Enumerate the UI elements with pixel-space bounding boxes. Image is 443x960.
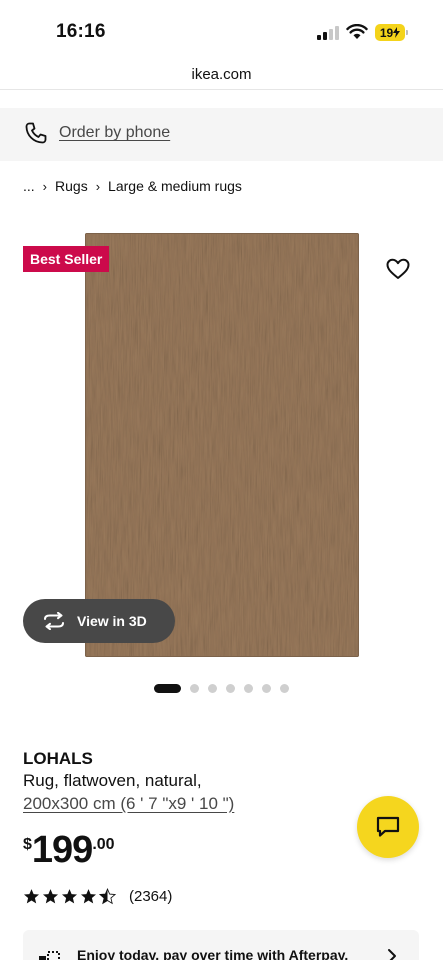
product-rating[interactable]: (2364) <box>23 888 172 905</box>
star-full-icon <box>80 889 97 904</box>
product-image[interactable] <box>85 233 359 657</box>
status-bar: 16:16 19 <box>0 0 443 62</box>
chevron-right-icon: › <box>95 178 101 194</box>
carousel-dot[interactable] <box>244 684 253 693</box>
afterpay-icon <box>39 951 60 960</box>
best-seller-badge: Best Seller <box>23 246 110 272</box>
carousel-dot[interactable] <box>280 684 289 693</box>
url-text: ikea.com <box>191 66 252 83</box>
product-price: $ 199 .00 <box>23 828 115 872</box>
star-full-icon <box>42 889 59 904</box>
afterpay-banner[interactable]: Enjoy today, pay over time with Afterpay… <box>23 930 419 960</box>
order-by-phone-bar[interactable]: Order by phone <box>0 108 443 161</box>
chevron-right-icon <box>388 949 396 960</box>
url-bar[interactable]: ikea.com <box>0 62 443 90</box>
chat-button[interactable] <box>357 796 419 858</box>
battery-level: 19 <box>379 25 394 40</box>
price-decimal: .00 <box>92 836 115 853</box>
carousel-dot[interactable] <box>208 684 217 693</box>
chevron-right-icon: › <box>42 178 48 194</box>
price-integer: 199 <box>31 829 93 871</box>
breadcrumb-ellipsis[interactable]: ... <box>23 178 35 194</box>
carousel-dot[interactable] <box>226 684 235 693</box>
chat-bubble-icon <box>376 816 400 837</box>
star-full-icon <box>23 889 40 904</box>
carousel-dot-active[interactable] <box>154 684 181 693</box>
review-count: (2364) <box>129 888 173 905</box>
rug-image <box>85 233 359 657</box>
star-full-icon <box>61 889 78 904</box>
product-description: Rug, flatwoven, natural, <box>23 771 202 790</box>
rotate-3d-icon <box>44 612 64 630</box>
star-half-icon <box>99 888 116 905</box>
battery-cap <box>406 30 408 35</box>
order-by-phone-link[interactable]: Order by phone <box>59 124 170 142</box>
carousel-dot[interactable] <box>262 684 271 693</box>
view-in-3d-label: View in 3D <box>77 613 147 629</box>
breadcrumb: ... › Rugs › Large & medium rugs <box>23 178 242 194</box>
charging-bolt-icon <box>393 27 401 38</box>
status-time: 16:16 <box>56 21 106 42</box>
afterpay-text: Enjoy today, pay over time with Afterpay… <box>77 947 349 960</box>
divider <box>0 89 443 90</box>
product-size-link[interactable]: 200x300 cm (6 ' 7 "x9 ' 10 ") <box>23 794 234 814</box>
price-currency: $ <box>23 836 32 853</box>
battery-indicator: 19 <box>375 24 405 41</box>
product-name: LOHALS <box>23 749 93 768</box>
heart-icon[interactable] <box>385 256 411 282</box>
carousel-indicator <box>154 684 298 693</box>
phone-icon <box>25 122 47 144</box>
cellular-signal-icon <box>317 26 339 40</box>
view-in-3d-button[interactable]: View in 3D <box>23 599 175 643</box>
star-rating <box>23 888 118 905</box>
wifi-icon <box>346 24 368 39</box>
breadcrumb-item-rugs[interactable]: Rugs <box>55 178 88 194</box>
breadcrumb-item-large-medium-rugs[interactable]: Large & medium rugs <box>108 178 242 194</box>
carousel-dot[interactable] <box>190 684 199 693</box>
